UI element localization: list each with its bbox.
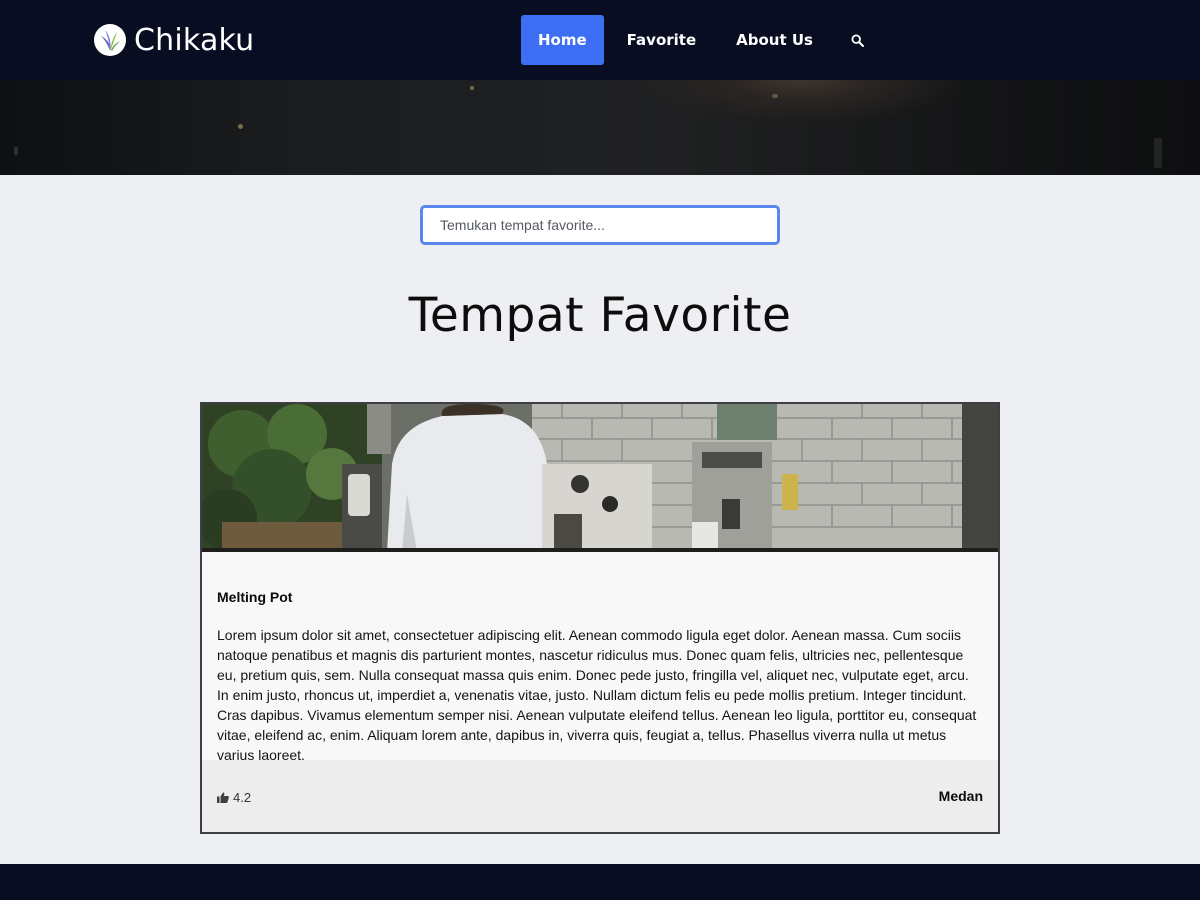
section-title: Tempat Favorite	[408, 288, 792, 343]
card-footer: 4.2 Medan	[202, 760, 998, 832]
restaurant-rating: 4.2	[217, 790, 251, 805]
thumbs-up-icon	[217, 791, 229, 803]
restaurant-image	[202, 404, 998, 552]
hero-banner-image	[0, 80, 1200, 175]
brand-link[interactable]: Chikaku	[94, 21, 254, 59]
restaurant-card[interactable]: Melting Pot Lorem ipsum dolor sit amet, …	[200, 402, 1000, 834]
brand-name: Chikaku	[134, 22, 255, 58]
card-body: Melting Pot Lorem ipsum dolor sit amet, …	[202, 552, 998, 763]
page-footer	[0, 864, 1200, 900]
search-input[interactable]	[420, 205, 780, 245]
search-button[interactable]	[836, 15, 880, 65]
navbar: Chikaku Home Favorite About Us	[0, 0, 1200, 80]
main-nav: Home Favorite About Us	[521, 15, 880, 65]
leaf-logo-icon	[94, 24, 126, 56]
restaurant-name: Melting Pot	[217, 589, 293, 605]
nav-favorite[interactable]: Favorite	[610, 15, 713, 65]
nav-home[interactable]: Home	[521, 15, 604, 65]
restaurant-description: Lorem ipsum dolor sit amet, consectetuer…	[217, 627, 977, 763]
restaurant-city: Medan	[938, 788, 983, 804]
search-icon	[851, 33, 865, 47]
rating-value: 4.2	[233, 789, 252, 805]
nav-about-us[interactable]: About Us	[719, 15, 830, 65]
